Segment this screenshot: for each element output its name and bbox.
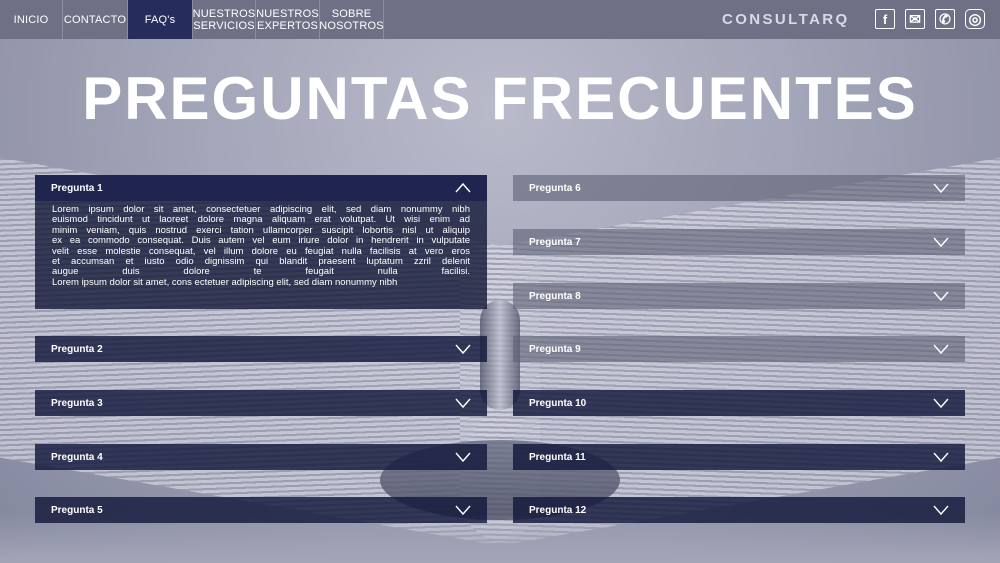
chevron-down-icon [933,291,949,302]
faq-item-label: Pregunta 8 [529,290,581,302]
phone-icon[interactable]: ✆ [935,9,955,29]
facebook-icon[interactable]: f [875,9,895,29]
mail-icon[interactable]: ✉ [905,9,925,29]
faq-item-1[interactable]: Pregunta 1 [35,175,487,201]
top-navbar: INICIO CONTACTO FAQ's NUESTROS SERVICIOS… [0,0,1000,39]
chevron-down-icon [933,344,949,355]
faq-answer-1: Lorem ipsum dolor sit amet, consectetuer… [35,201,487,309]
chevron-down-icon [455,452,471,463]
faq-item-label: Pregunta 5 [51,504,103,516]
chevron-down-icon [455,344,471,355]
faq-item-label: Pregunta 11 [529,451,586,463]
chevron-up-icon [455,182,471,193]
faq-item-10[interactable]: Pregunta 10 [513,390,965,416]
faq-item-label: Pregunta 12 [529,504,587,516]
nav-nuestros-servicios[interactable]: NUESTROS SERVICIOS [193,0,256,39]
faq-item-5[interactable]: Pregunta 5 [35,497,487,523]
faq-item-label: Pregunta 3 [51,397,103,409]
faq-item-label: Pregunta 2 [51,343,103,355]
chevron-down-icon [933,237,949,248]
nav-nuestros-expertos[interactable]: NUESTROS EXPERTOS [256,0,320,39]
instagram-icon[interactable]: ◎ [965,9,985,29]
nav-inicio[interactable]: INICIO [0,0,63,39]
faq-item-8[interactable]: Pregunta 8 [513,283,965,309]
faq-item-3[interactable]: Pregunta 3 [35,390,487,416]
faq-item-7[interactable]: Pregunta 7 [513,229,965,255]
nav-faqs[interactable]: FAQ's [128,0,193,39]
faq-item-label: Pregunta 9 [529,343,581,355]
faq-item-label: Pregunta 10 [529,397,587,409]
chevron-down-icon [933,452,949,463]
faq-item-label: Pregunta 6 [529,182,581,194]
faq-item-label: Pregunta 1 [51,182,103,194]
faq-item-2[interactable]: Pregunta 2 [35,336,487,362]
chevron-down-icon [933,505,949,516]
nav-sobre-nosotros[interactable]: SOBRE NOSOTROS [319,0,384,39]
chevron-down-icon [455,398,471,409]
faq-item-label: Pregunta 7 [529,236,581,248]
page-title: PREGUNTAS FRECUENTES [82,65,918,132]
nav-contacto[interactable]: CONTACTO [63,0,128,39]
brand-logo[interactable]: CONSULTARQ [722,11,850,28]
faq-item-6[interactable]: Pregunta 6 [513,175,965,201]
faq-item-12[interactable]: Pregunta 12 [513,497,965,523]
faq-item-11[interactable]: Pregunta 11 [513,444,965,470]
answer-line: Lorem ipsum dolor sit amet, cons ectetue… [52,276,398,288]
chevron-down-icon [933,398,949,409]
chevron-down-icon [455,505,471,516]
chevron-down-icon [933,183,949,194]
faq-item-label: Pregunta 4 [51,451,103,463]
faq-item-9[interactable]: Pregunta 9 [513,336,965,362]
faq-item-4[interactable]: Pregunta 4 [35,444,487,470]
